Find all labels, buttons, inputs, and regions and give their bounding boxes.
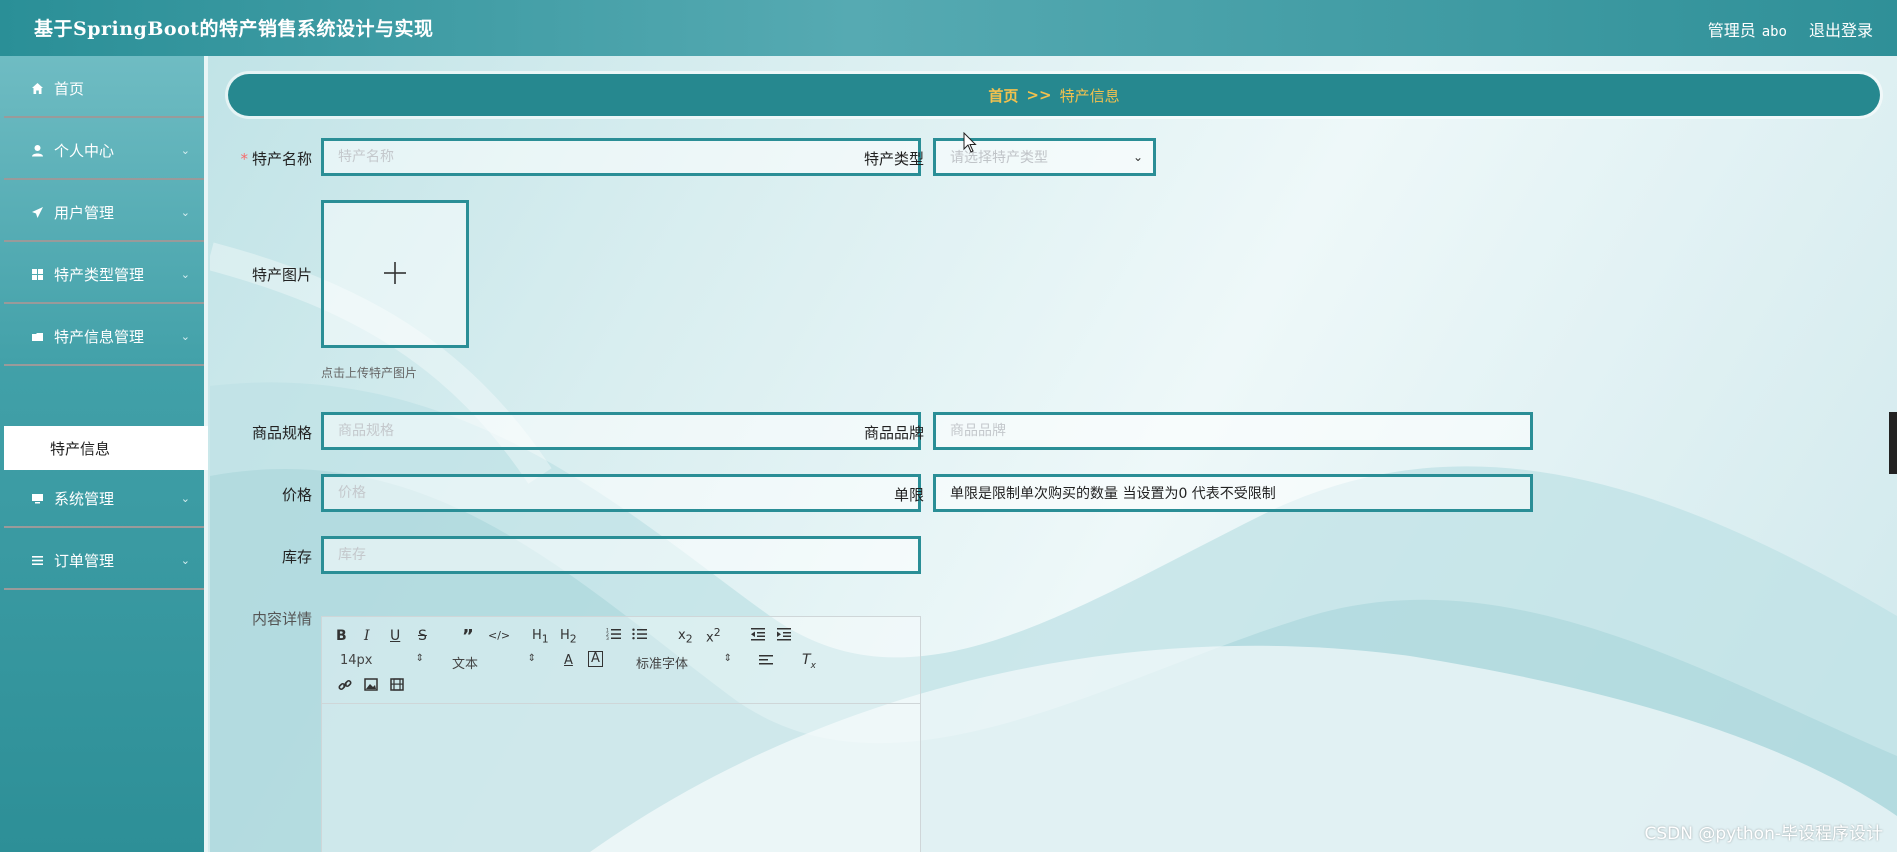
sidebar-item-users[interactable]: 用户管理 ⌄	[4, 184, 204, 242]
brand-input[interactable]	[933, 412, 1533, 450]
font-color-icon[interactable]: A	[564, 653, 573, 668]
field-label-price: 价格	[281, 486, 312, 504]
stock-input[interactable]	[321, 536, 921, 574]
user-role: 管理员	[1707, 21, 1756, 40]
svg-text:3: 3	[606, 636, 609, 641]
field-label-stock: 库存	[281, 548, 312, 566]
video-icon[interactable]	[390, 678, 404, 695]
chevron-down-icon: ⌄	[180, 206, 190, 219]
chevron-down-icon: ⌄	[180, 330, 190, 343]
sidebar-item-label: 特产类型管理	[54, 265, 145, 284]
field-label-spec: 商品规格	[251, 424, 312, 442]
font-family-select[interactable]: 标准字体 ⇕	[636, 653, 732, 672]
sidebar-item-product[interactable]: 特产信息管理 ⌄	[4, 308, 204, 366]
sidebar-item-label: 个人中心	[54, 141, 115, 160]
chevron-down-icon: ⌄	[180, 554, 190, 567]
chevron-down-icon: ⌄	[180, 144, 190, 157]
breadcrumb-current: 特产信息	[1059, 86, 1120, 105]
field-label-limit: 单限	[893, 486, 924, 504]
monitor-icon	[30, 491, 44, 505]
field-label-text: 特产名称	[251, 150, 312, 168]
heading2-icon[interactable]: H2	[560, 628, 577, 646]
image-upload-button[interactable]	[321, 200, 469, 348]
indent-icon[interactable]	[776, 627, 792, 645]
chevron-down-icon: ⌄	[180, 268, 190, 281]
field-label-name: * 特产名称	[222, 148, 312, 169]
send-icon	[30, 205, 44, 219]
sidebar: 首页 个人中心 ⌄ 用户管理 ⌄ 特产类型管理 ⌄ 特产信息管理 ⌄ 特产信息 …	[0, 56, 208, 852]
code-block-icon[interactable]: </>	[488, 629, 510, 642]
font-size-value: 14px	[340, 653, 373, 668]
sidebar-item-label: 订单管理	[54, 551, 115, 570]
sidebar-item-label: 特产信息管理	[54, 327, 145, 346]
list-icon	[30, 553, 44, 567]
app-title: 基于SpringBoot的特产销售系统设计与实现	[34, 18, 434, 40]
field-label-content: 内容详情	[251, 610, 312, 628]
sidebar-item-home[interactable]: 首页	[4, 60, 204, 118]
chevron-down-icon: ⌄	[1132, 150, 1143, 164]
user-name: abo	[1761, 24, 1787, 40]
block-format-value: 文本	[452, 657, 479, 672]
underline-icon[interactable]: U	[390, 628, 400, 644]
scrollbar-handle[interactable]	[1889, 412, 1897, 474]
home-icon	[30, 81, 44, 95]
spec-input[interactable]	[321, 412, 921, 450]
sidebar-item-system[interactable]: 系统管理 ⌄	[4, 470, 204, 528]
breadcrumb-home[interactable]: 首页	[988, 85, 1018, 106]
sidebar-item-category[interactable]: 特产类型管理 ⌄	[4, 246, 204, 304]
bold-icon[interactable]: B	[336, 628, 347, 644]
field-label-type: 特产类型	[863, 150, 924, 168]
plus-icon	[382, 254, 408, 295]
main-content: 首页 >> 特产信息 *特产名称 特产类型 请选择特产类型 ⌄ 特产图片 点击上…	[210, 56, 1897, 852]
field-label-image: 特产图片	[251, 266, 312, 284]
bullet-list-icon[interactable]	[632, 627, 648, 645]
superscript-icon[interactable]: x2	[706, 626, 721, 645]
name-input[interactable]	[321, 138, 921, 176]
folder-icon	[30, 329, 44, 343]
font-family-value: 标准字体	[636, 657, 689, 672]
updown-icon: ⇕	[527, 653, 536, 664]
logout-button[interactable]: 退出登录	[1809, 17, 1873, 41]
mouse-cursor-icon	[963, 132, 977, 153]
updown-icon: ⇕	[415, 653, 424, 664]
heading1-icon[interactable]: H1	[532, 628, 549, 646]
ordered-list-icon[interactable]: 123	[606, 627, 622, 645]
blockquote-icon[interactable]: ”	[462, 626, 474, 647]
top-header: 基于SpringBoot的特产销售系统设计与实现 管理员 abo 退出登录	[0, 0, 1897, 56]
user-info: 管理员 abo	[1708, 17, 1787, 41]
breadcrumb-separator: >>	[1026, 86, 1052, 104]
breadcrumb: 首页 >> 特产信息	[228, 74, 1880, 116]
link-icon[interactable]	[338, 678, 352, 696]
sidebar-item-label: 系统管理	[54, 489, 115, 508]
required-marker: *	[240, 150, 248, 168]
subscript-icon[interactable]: x2	[678, 628, 693, 646]
italic-icon[interactable]: I	[364, 628, 370, 644]
editor-toolbar: B I U S ” </> H1 H2 123 x2 x2 14px ⇕ 文本 ⇕	[322, 617, 920, 704]
strikethrough-icon[interactable]: S	[418, 628, 427, 644]
sidebar-item-label: 首页	[54, 79, 85, 98]
sidebar-item-profile[interactable]: 个人中心 ⌄	[4, 122, 204, 180]
rich-text-editor: B I U S ” </> H1 H2 123 x2 x2 14px ⇕ 文本 ⇕	[321, 616, 921, 852]
font-size-select[interactable]: 14px ⇕	[340, 653, 424, 668]
outdent-icon[interactable]	[750, 627, 766, 645]
chevron-down-icon: ⌄	[180, 492, 190, 505]
watermark: CSDN @python-毕设程序设计	[1644, 824, 1883, 844]
background-color-icon[interactable]: A	[588, 651, 603, 667]
field-label-brand: 商品品牌	[863, 424, 924, 442]
block-format-select[interactable]: 文本 ⇕	[452, 653, 536, 672]
image-icon[interactable]	[364, 678, 378, 695]
price-input[interactable]	[321, 474, 921, 512]
sidebar-item-label: 用户管理	[54, 203, 115, 222]
grid-icon	[30, 267, 44, 281]
user-icon	[30, 143, 44, 157]
align-icon[interactable]	[758, 654, 774, 670]
limit-input[interactable]	[933, 474, 1533, 512]
image-upload-hint: 点击上传特产图片	[321, 366, 418, 380]
clear-format-icon[interactable]: Tx	[802, 652, 816, 671]
sidebar-subitem-product-info[interactable]: 特产信息	[4, 426, 208, 470]
updown-icon: ⇕	[723, 653, 732, 664]
sidebar-item-orders[interactable]: 订单管理 ⌄	[4, 532, 204, 590]
